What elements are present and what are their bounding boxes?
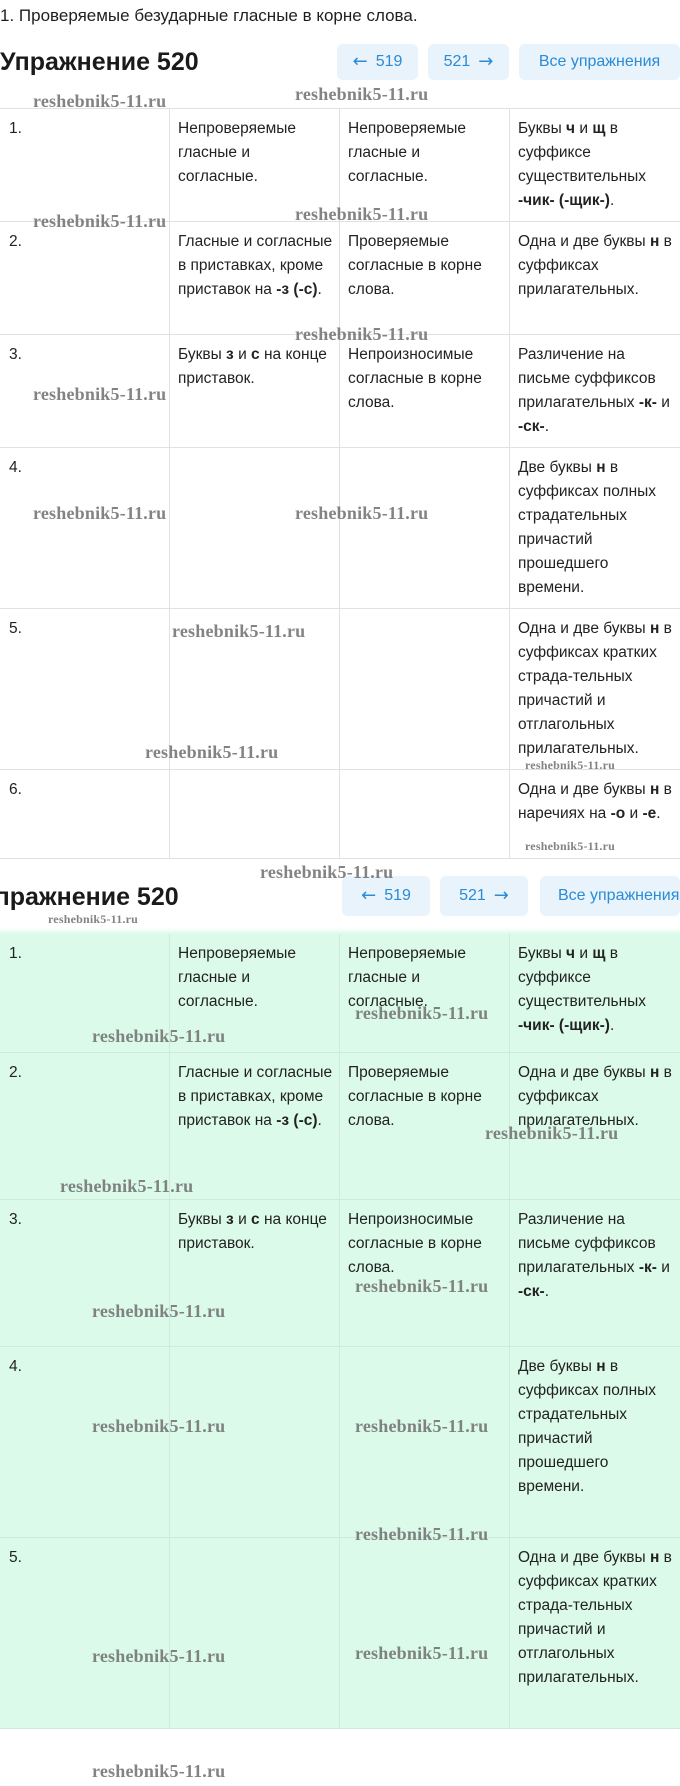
arrow-right-icon: → [478, 51, 494, 72]
table-row: 4. Две буквы н в суффиксах полных страдат… [0, 448, 680, 609]
table-cell: 1. [0, 934, 170, 1052]
table-cell: Гласные и согласные в приставках, кроме … [170, 222, 340, 334]
table-cell [170, 448, 340, 608]
answer-table-1: 1. Непроверяемые гласные и согласные. Непр… [0, 108, 680, 859]
table-cell: Проверяемые согласные в корне слова. [340, 222, 510, 334]
prev-exercise-label: 519 [384, 887, 411, 904]
table-cell: 5. [0, 609, 170, 769]
table-cell: Непроверяемые гласные и согласные. [340, 109, 510, 221]
table-cell: Непроверяемые гласные и согласные. [340, 934, 510, 1052]
top-line-text: 1. Проверяемые безударные гласные в корн… [0, 6, 418, 25]
table-cell: 2. [0, 1053, 170, 1199]
table-cell: Одна и две буквы н в суффиксах кратких с… [518, 620, 672, 757]
answer-table-2: 1. Непроверяемые гласные и согласные. Непр… [0, 928, 680, 1729]
next-exercise-button[interactable]: 521 → [440, 876, 528, 916]
all-exercises-button[interactable]: Все упражнения [540, 876, 680, 916]
exercise-title: Упражнение 520 [0, 883, 179, 911]
exercise-title: Упражнение 520 [0, 48, 199, 76]
table-cell: Непроверяемые гласные и согласные. [170, 934, 340, 1052]
table-cell: 3. [0, 335, 170, 447]
prev-exercise-button[interactable]: ← 519 [337, 44, 418, 80]
table-row: 3. Буквы з и с на конце приставок. Непроиз… [0, 1200, 680, 1347]
prev-exercise-button[interactable]: ← 519 [342, 876, 430, 916]
table-cell: 1. [0, 109, 170, 221]
table-cell [170, 1347, 340, 1537]
table-cell: 4. [0, 448, 170, 608]
arrow-left-icon: ← [361, 885, 377, 906]
table-cell [340, 1347, 510, 1537]
table-row: 1. Непроверяемые гласные и согласные. Непр… [0, 934, 680, 1053]
table-row: 5. Одна и две буквы н в суффиксах кратких… [0, 609, 680, 770]
table-row: 4. Две буквы н в суффиксах полных страдат… [0, 1347, 680, 1538]
prev-exercise-label: 519 [375, 53, 403, 70]
table-cell [170, 1538, 340, 1728]
table-cell: Буквы ч и щ в суффиксе существительных -… [518, 945, 647, 1034]
table-cell [340, 448, 510, 608]
table-cell: Две буквы н в суффиксах полных страдател… [518, 1358, 657, 1495]
arrow-right-icon: → [493, 885, 509, 906]
table-cell [340, 770, 510, 858]
table-cell: Две буквы н в суффиксах полных страдател… [518, 459, 657, 596]
table-row: 2. Гласные и согласные в приставках, кром… [0, 1053, 680, 1200]
watermark-text: reshebnik5-11.ru [92, 1761, 226, 1781]
table-cell: Непроверяемые гласные и согласные. [170, 109, 340, 221]
table-cell: Непроизносимые согласные в корне слова. [340, 335, 510, 447]
table-cell: 2. [0, 222, 170, 334]
table-row: 6. Одна и две буквы н в наречиях на -о и … [0, 770, 680, 859]
table-cell: Различение на письме суффиксов прилагате… [518, 1211, 670, 1300]
table-cell: Буквы з и с на конце приставок. [170, 1200, 340, 1346]
table-cell: 3. [0, 1200, 170, 1346]
table-cell: Буквы з и с на конце приставок. [170, 335, 340, 447]
table-row: 3. Буквы з и с на конце приставок. Непроиз… [0, 335, 680, 448]
table-cell: Буквы ч и щ в суффиксе существительных -… [518, 120, 647, 209]
table-cell: Гласные и согласные в приставках, кроме … [170, 1053, 340, 1199]
all-exercises-label: Все упражнения [558, 887, 680, 904]
table-cell: Одна и две буквы н в суффиксах прилагате… [518, 1064, 672, 1129]
table-cell: Непроизносимые согласные в корне слова. [340, 1200, 510, 1346]
next-exercise-label: 521 [443, 53, 471, 70]
table-cell: 4. [0, 1347, 170, 1537]
table-cell [170, 609, 340, 769]
next-exercise-label: 521 [459, 887, 486, 904]
table-cell [340, 609, 510, 769]
table-cell [340, 1538, 510, 1728]
table-row: 2. Гласные и согласные в приставках, кром… [0, 222, 680, 335]
exercise-header-2: Упражнение 520 ← 519 521 → Все упражнени… [0, 876, 680, 920]
all-exercises-button[interactable]: Все упражнения [519, 44, 680, 80]
arrow-left-icon: ← [352, 51, 368, 72]
exercise-header-1: Упражнение 520 ← 519 521 → Все упражнени… [0, 44, 680, 88]
table-cell: Одна и две буквы н в наречиях на -о и -е… [518, 781, 672, 822]
table-cell: Проверяемые согласные в корне слова. [340, 1053, 510, 1199]
table-cell: Одна и две буквы н в суффиксах кратких с… [518, 1549, 672, 1686]
next-exercise-button[interactable]: 521 → [428, 44, 509, 80]
table-cell: Одна и две буквы н в суффиксах прилагате… [518, 233, 672, 298]
table-cell: 5. [0, 1538, 170, 1728]
table-cell [170, 770, 340, 858]
all-exercises-label: Все упражнения [538, 53, 661, 70]
table-cell: Различение на письме суффиксов прилагате… [518, 346, 670, 435]
table-row: 5. Одна и две буквы н в суффиксах кратких… [0, 1538, 680, 1729]
table-row: 1. Непроверяемые гласные и согласные. Непр… [0, 108, 680, 222]
table-cell: 6. [0, 770, 170, 858]
